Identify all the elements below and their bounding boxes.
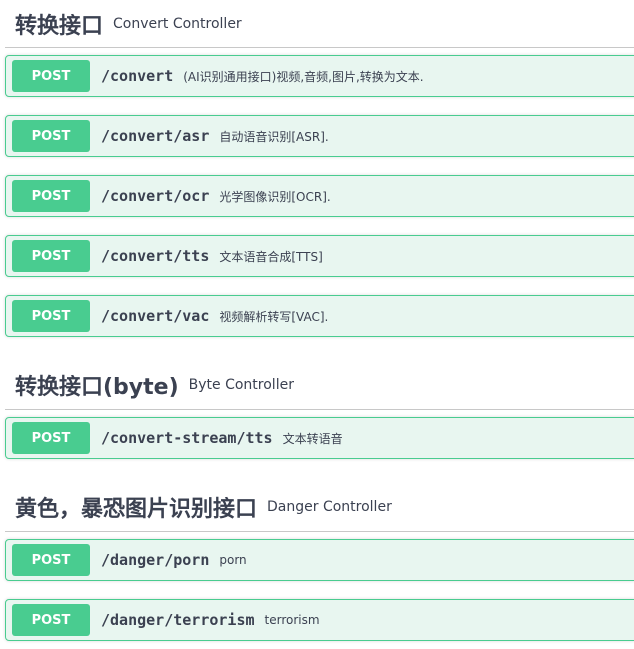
section-title: 黄色，暴恐图片识别接口: [15, 496, 258, 522]
operation-path: /convert/ocr: [101, 187, 210, 205]
operation-convert-stream-tts[interactable]: POST /convert-stream/tts 文本转语音: [5, 417, 634, 459]
operation-summary: terrorism: [264, 613, 320, 627]
operation-path: /convert-stream/tts: [101, 429, 273, 447]
method-badge: POST: [12, 180, 90, 212]
operation-convert-asr[interactable]: POST /convert/asr 自动语音识别[ASR].: [5, 115, 634, 157]
operation-summary: (AI识别通用接口)视频,音频,图片,转换为文本.: [183, 69, 424, 84]
operation-summary: 文本转语音: [282, 431, 343, 446]
operation-summary: 光学图像识别[OCR].: [219, 189, 331, 204]
section-description: Convert Controller: [113, 15, 242, 32]
section-description: Danger Controller: [267, 498, 392, 515]
method-badge: POST: [12, 422, 90, 454]
operation-path: /danger/terrorism: [101, 611, 255, 629]
operation-convert-ocr[interactable]: POST /convert/ocr 光学图像识别[OCR].: [5, 175, 634, 217]
operation-path: /convert/tts: [101, 247, 210, 265]
operation-summary: 文本语音合成[TTS]: [219, 249, 323, 264]
operation-danger-terrorism[interactable]: POST /danger/terrorism terrorism: [5, 599, 634, 641]
operation-summary: 自动语音识别[ASR].: [219, 129, 329, 144]
section-header[interactable]: 转换接口 Convert Controller: [5, 0, 634, 48]
section-header[interactable]: 转换接口(byte) Byte Controller: [5, 360, 634, 410]
operation-path: /convert/vac: [101, 307, 210, 325]
operation-summary: 视频解析转写[VAC].: [219, 309, 329, 324]
operation-convert-vac[interactable]: POST /convert/vac 视频解析转写[VAC].: [5, 295, 634, 337]
method-badge: POST: [12, 240, 90, 272]
operation-convert-tts[interactable]: POST /convert/tts 文本语音合成[TTS]: [5, 235, 634, 277]
operation-path: /convert/asr: [101, 127, 210, 145]
operation-convert[interactable]: POST /convert (AI识别通用接口)视频,音频,图片,转换为文本.: [5, 55, 634, 97]
operation-summary: porn: [219, 553, 247, 567]
operation-danger-porn[interactable]: POST /danger/porn porn: [5, 539, 634, 581]
section-title: 转换接口(byte): [15, 374, 179, 400]
section-header[interactable]: 黄色，暴恐图片识别接口 Danger Controller: [5, 482, 634, 532]
api-docs-page: 转换接口 Convert Controller POST /convert (A…: [0, 0, 634, 649]
method-badge: POST: [12, 120, 90, 152]
operation-path: /danger/porn: [101, 551, 210, 569]
method-badge: POST: [12, 604, 90, 636]
section-title: 转换接口: [15, 13, 104, 39]
method-badge: POST: [12, 60, 90, 92]
section-description: Byte Controller: [188, 376, 294, 393]
operation-path: /convert: [101, 67, 174, 85]
method-badge: POST: [12, 300, 90, 332]
method-badge: POST: [12, 544, 90, 576]
